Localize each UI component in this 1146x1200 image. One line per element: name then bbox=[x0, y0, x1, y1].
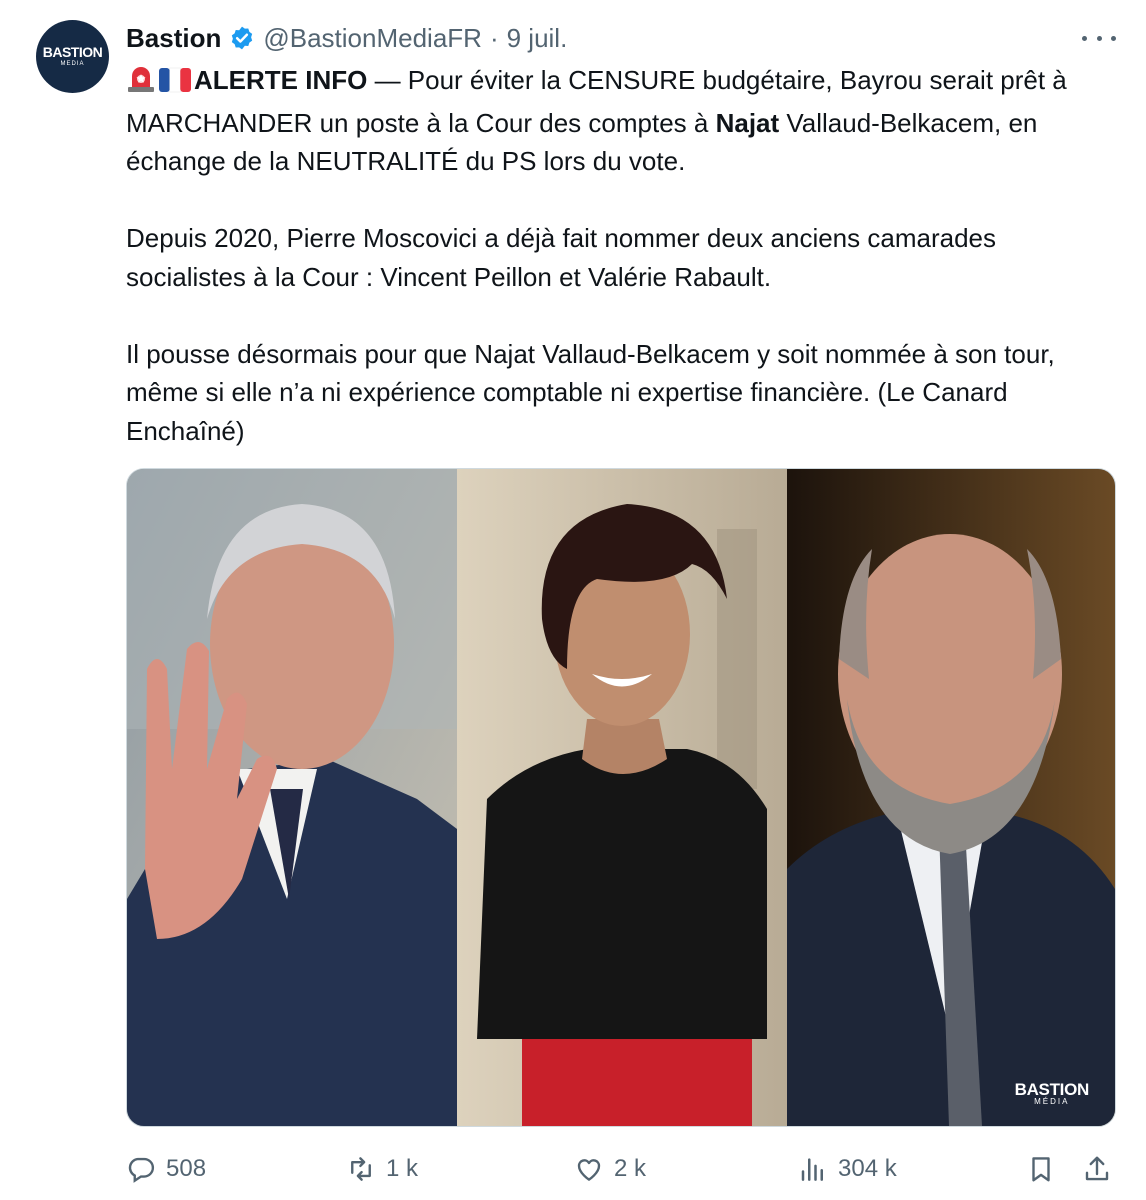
share-icon bbox=[1085, 1156, 1109, 1181]
views-count: 304 k bbox=[838, 1155, 897, 1182]
reply-button[interactable]: 508 bbox=[126, 1148, 206, 1190]
repost-icon bbox=[351, 1157, 371, 1181]
action-bar: 508 1 k 2 k 304 k bbox=[126, 1148, 1121, 1190]
watermark-subtext: MÉDIA bbox=[1034, 1097, 1070, 1106]
alert-prefix: ALERTE INFO bbox=[194, 65, 368, 95]
author-handle[interactable]: @BastionMediaFR bbox=[263, 23, 482, 54]
views-button[interactable]: 304 k bbox=[798, 1148, 897, 1190]
photo-panel-moscovici bbox=[787, 469, 1115, 1126]
like-count: 2 k bbox=[614, 1155, 647, 1182]
heart-icon bbox=[577, 1159, 601, 1181]
france-flag-icon bbox=[158, 65, 192, 104]
post-date[interactable]: 9 juil. bbox=[507, 23, 568, 54]
author-name[interactable]: Bastion bbox=[126, 23, 221, 54]
photo-panel-vallaud-belkacem bbox=[457, 469, 787, 1126]
rotating-light-icon bbox=[126, 65, 156, 104]
reply-count: 508 bbox=[166, 1155, 207, 1182]
tweet-paragraph-2: Depuis 2020, Pierre Moscovici a déjà fai… bbox=[126, 223, 996, 292]
verified-badge-icon bbox=[229, 25, 255, 51]
avatar-logo-subtext: MEDIA bbox=[60, 61, 85, 67]
tweet-header: Bastion @BastionMediaFR · 9 juil. bbox=[126, 20, 567, 56]
avatar-logo-text: BASTION bbox=[42, 44, 103, 60]
like-button[interactable]: 2 k bbox=[574, 1148, 646, 1190]
tweet-paragraph-3: Il pousse désormais pour que Najat Valla… bbox=[126, 338, 1055, 446]
views-icon bbox=[801, 1158, 823, 1181]
media-watermark: BASTION MÉDIA bbox=[1014, 1080, 1090, 1106]
separator-dot: · bbox=[489, 22, 499, 53]
bookmark-button[interactable] bbox=[1026, 1148, 1056, 1190]
tweet-paragraph-1: ALERTE INFO — Pour éviter la CENSURE bud… bbox=[126, 61, 1121, 181]
share-button[interactable] bbox=[1082, 1148, 1112, 1190]
repost-count: 1 k bbox=[386, 1155, 419, 1182]
reply-icon bbox=[128, 1157, 155, 1183]
tweet-text: ALERTE INFO — Pour éviter la CENSURE bud… bbox=[126, 61, 1121, 450]
repost-button[interactable]: 1 k bbox=[346, 1148, 418, 1190]
avatar[interactable]: BASTION MEDIA bbox=[36, 20, 109, 93]
more-icon[interactable] bbox=[1082, 26, 1116, 50]
bookmark-icon bbox=[1032, 1157, 1050, 1182]
photo-panel-bayrou bbox=[127, 469, 457, 1126]
watermark-text: BASTION bbox=[1014, 1080, 1090, 1099]
media-image[interactable]: BASTION MÉDIA bbox=[126, 468, 1116, 1127]
tweet-text-bold: Najat bbox=[715, 107, 780, 138]
